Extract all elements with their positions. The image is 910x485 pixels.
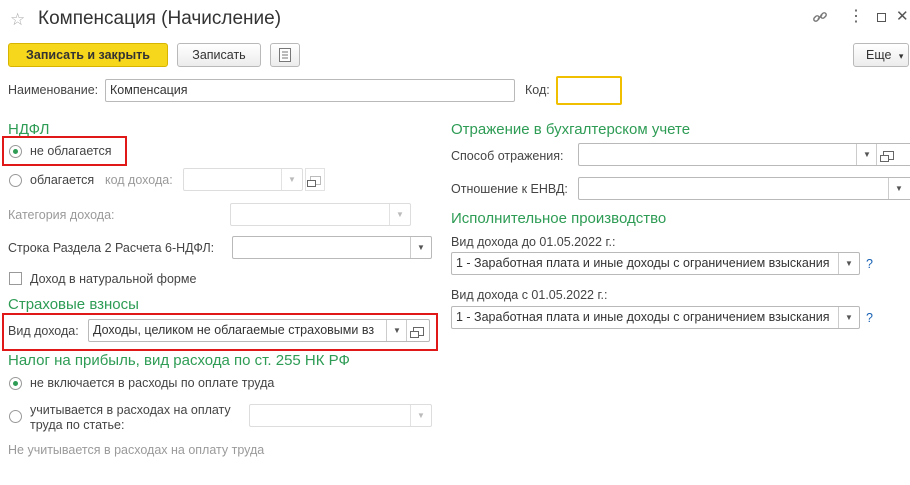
name-label: Наименование: — [8, 83, 99, 97]
income-type-after-label: Вид дохода с 01.05.2022 г.: — [451, 288, 608, 302]
accounted-label-line2: труда по статье: — [30, 418, 125, 432]
ndfl-line-field[interactable]: ▼ — [232, 236, 432, 259]
enforcement-section-title: Исполнительное производство — [451, 210, 667, 227]
income-code-open-button[interactable] — [305, 168, 325, 191]
more-icon[interactable]: ⋮ — [848, 6, 864, 26]
dropdown-arrow-icon[interactable]: ▼ — [838, 307, 859, 328]
more-button-label: Еще — [866, 48, 892, 62]
dropdown-arrow-icon[interactable]: ▼ — [386, 320, 407, 341]
dropdown-arrow-icon[interactable]: ▼ — [410, 405, 431, 426]
save-button[interactable]: Записать — [177, 43, 261, 67]
income-type-before-value: 1 - Заработная плата и иные доходы с огр… — [456, 256, 830, 270]
dropdown-arrow-icon[interactable]: ▼ — [389, 204, 410, 225]
accounting-method-label: Способ отражения: — [451, 149, 564, 163]
dropdown-arrow-icon[interactable]: ▼ — [856, 144, 877, 165]
in-kind-checkbox[interactable] — [9, 272, 22, 285]
insurance-income-type-value: Доходы, целиком не облагаемые страховыми… — [93, 323, 375, 337]
taxed-label: облагается — [30, 173, 95, 187]
dropdown-arrow-icon[interactable]: ▼ — [888, 178, 909, 199]
envd-field[interactable]: ▼ — [578, 177, 910, 200]
open-window-icon — [879, 151, 894, 162]
dropdown-arrow-icon[interactable]: ▼ — [410, 237, 431, 258]
more-button[interactable]: Еще ▾ — [853, 43, 909, 67]
open-button[interactable] — [876, 144, 899, 165]
dropdown-arrow-icon[interactable]: ▼ — [281, 169, 302, 190]
page-title: Компенсация (Начисление) — [38, 8, 282, 29]
ndfl-line-label: Строка Раздела 2 Расчета 6-НДФЛ: — [8, 241, 215, 255]
maximize-icon[interactable] — [877, 13, 886, 22]
close-icon[interactable]: ✕ — [896, 7, 909, 25]
income-code-field[interactable]: ▼ — [183, 168, 303, 191]
income-category-field[interactable]: ▼ — [230, 203, 411, 226]
expense-article-field[interactable]: ▼ — [249, 404, 432, 427]
profit-tax-note: Не учитывается в расходах на оплату труд… — [8, 443, 265, 457]
accounting-method-field[interactable]: ▼ — [578, 143, 910, 166]
income-type-before-field[interactable]: 1 - Заработная плата и иные доходы с огр… — [451, 252, 860, 275]
income-type-after-value: 1 - Заработная плата и иные доходы с огр… — [456, 310, 830, 324]
insurance-income-type-label: Вид дохода: — [8, 324, 79, 338]
insurance-income-type-field[interactable]: Доходы, целиком не облагаемые страховыми… — [88, 319, 430, 342]
income-code-label: код дохода: — [105, 173, 173, 187]
not-included-radio[interactable] — [9, 377, 22, 390]
name-field[interactable]: Компенсация — [105, 79, 515, 102]
open-window-icon — [409, 327, 424, 338]
link-icon[interactable] — [812, 9, 828, 28]
favorite-star-icon[interactable]: ☆ — [10, 10, 25, 30]
accounting-section-title: Отражение в бухгалтерском учете — [451, 121, 691, 138]
save-and-close-button[interactable]: Записать и закрыть — [8, 43, 168, 67]
report-button[interactable] — [270, 43, 300, 67]
accounted-label-line1: учитывается в расходах на оплату — [30, 403, 231, 417]
income-category-label: Категория дохода: — [8, 208, 115, 222]
income-type-before-label: Вид дохода до 01.05.2022 г.: — [451, 235, 616, 249]
open-window-icon — [306, 176, 321, 187]
income-type-after-field[interactable]: 1 - Заработная плата и иные доходы с огр… — [451, 306, 860, 329]
accounted-radio[interactable] — [9, 410, 22, 423]
not-included-label: не включается в расходы по оплате труда — [30, 376, 275, 390]
taxed-radio[interactable] — [9, 174, 22, 187]
insurance-section-title: Страховые взносы — [8, 296, 139, 313]
code-label: Код: — [525, 83, 550, 97]
help-icon[interactable]: ? — [866, 311, 873, 325]
name-value: Компенсация — [110, 83, 188, 97]
code-field[interactable] — [556, 76, 622, 105]
profit-tax-section-title: Налог на прибыль, вид расхода по ст. 255… — [8, 352, 350, 369]
not-taxed-radio[interactable] — [9, 145, 22, 158]
dropdown-arrow-icon[interactable]: ▼ — [838, 253, 859, 274]
help-icon[interactable]: ? — [866, 257, 873, 271]
not-taxed-label: не облагается — [30, 144, 112, 158]
chevron-down-icon: ▾ — [898, 51, 904, 61]
list-document-icon — [279, 47, 291, 69]
open-button[interactable] — [406, 320, 429, 341]
envd-label: Отношение к ЕНВД: — [451, 182, 568, 196]
in-kind-label: Доход в натуральной форме — [30, 272, 197, 286]
